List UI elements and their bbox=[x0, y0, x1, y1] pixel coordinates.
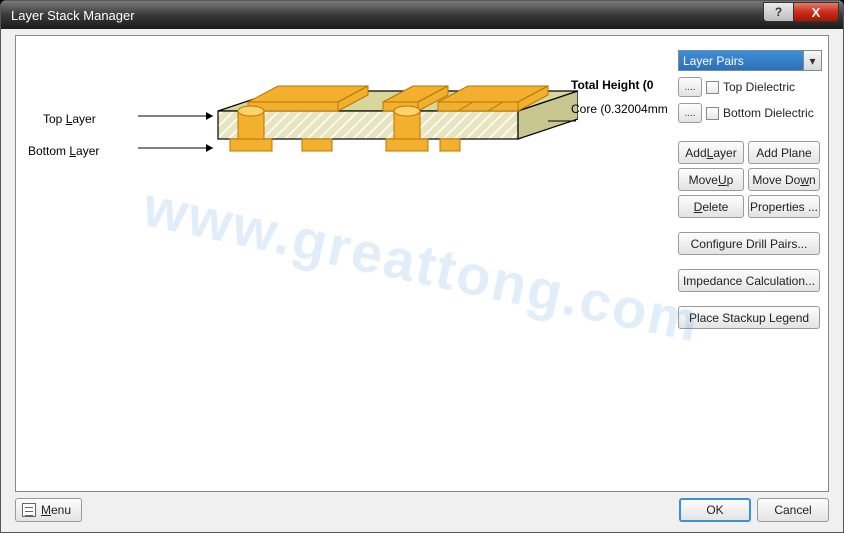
properties-button[interactable]: Properties ... bbox=[748, 195, 820, 218]
layer-pairs-combo[interactable]: Layer Pairs ▾ bbox=[678, 50, 822, 71]
right-panel: Layer Pairs ▾ .... Top Dielectric .... B… bbox=[678, 50, 822, 329]
place-stackup-legend-button[interactable]: Place Stackup Legend bbox=[678, 306, 820, 329]
layer-stack-manager-window: Layer Stack Manager ? X bbox=[0, 0, 844, 533]
top-dielectric-browse-button[interactable]: .... bbox=[678, 77, 702, 97]
bottom-dielectric-checkbox[interactable] bbox=[706, 107, 719, 120]
ok-button[interactable]: OK bbox=[679, 498, 751, 522]
add-layer-button[interactable]: Add Layer bbox=[678, 141, 744, 164]
bottom-layer-label: Bottom Layer bbox=[28, 144, 99, 158]
top-dielectric-label: Top Dielectric bbox=[723, 80, 795, 94]
add-plane-button[interactable]: Add Plane bbox=[748, 141, 820, 164]
impedance-calculation-button[interactable]: Impedance Calculation... bbox=[678, 269, 820, 292]
layer-diagram-area: Top Layer Bottom Layer Total Height (0 C… bbox=[26, 46, 668, 481]
close-icon: X bbox=[812, 5, 821, 20]
bottom-dielectric-label: Bottom Dielectric bbox=[723, 106, 814, 120]
cancel-button[interactable]: Cancel bbox=[757, 498, 829, 522]
client-area: Top Layer Bottom Layer Total Height (0 C… bbox=[15, 35, 829, 492]
titlebar[interactable]: Layer Stack Manager ? X bbox=[1, 1, 843, 29]
top-layer-label: Top Layer bbox=[43, 112, 96, 126]
bottom-dielectric-browse-button[interactable]: .... bbox=[678, 103, 702, 123]
chevron-down-icon: ▾ bbox=[803, 51, 821, 70]
move-up-button[interactable]: Move Up bbox=[678, 168, 744, 191]
window-title: Layer Stack Manager bbox=[7, 8, 135, 23]
top-dielectric-row: .... Top Dielectric bbox=[678, 77, 822, 97]
combo-selected-value: Layer Pairs bbox=[683, 54, 744, 68]
close-button[interactable]: X bbox=[793, 2, 839, 22]
core-thickness-label: Core (0.32004mm bbox=[571, 102, 668, 116]
titlebar-controls: ? X bbox=[763, 2, 839, 22]
move-down-button[interactable]: Move Down bbox=[748, 168, 820, 191]
menu-label: Menu bbox=[41, 503, 71, 517]
help-button[interactable]: ? bbox=[763, 2, 793, 22]
total-height-label: Total Height (0 bbox=[571, 78, 653, 92]
menu-button[interactable]: Menu bbox=[15, 498, 82, 522]
top-dielectric-checkbox[interactable] bbox=[706, 81, 719, 94]
configure-drill-pairs-button[interactable]: Configure Drill Pairs... bbox=[678, 232, 820, 255]
footer-bar: Menu OK Cancel bbox=[15, 496, 829, 524]
delete-button[interactable]: Delete bbox=[678, 195, 744, 218]
bottom-dielectric-row: .... Bottom Dielectric bbox=[678, 103, 822, 123]
layer-stack-diagram bbox=[118, 56, 578, 216]
menu-icon bbox=[22, 503, 36, 517]
